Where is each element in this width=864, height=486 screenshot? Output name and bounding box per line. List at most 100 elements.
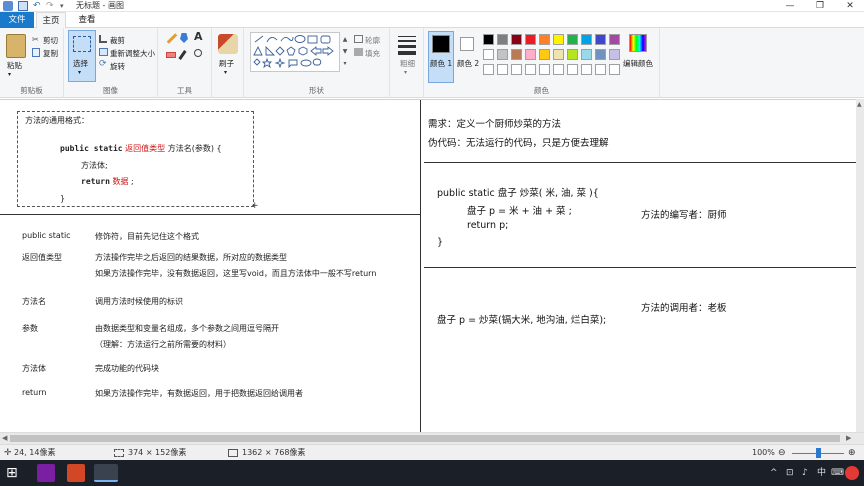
antivirus-tray-icon[interactable]	[845, 466, 859, 480]
canvas-size: 1362 × 768像素	[242, 448, 306, 457]
customize-toolbar-icon[interactable]: ▾	[60, 1, 70, 11]
zoom-slider-thumb[interactable]	[816, 448, 821, 458]
minimize-button[interactable]: —	[775, 0, 805, 12]
brushes-label[interactable]: 刷子	[219, 58, 234, 69]
palette-swatch[interactable]	[581, 34, 592, 45]
shapes-gallery[interactable]	[250, 32, 340, 72]
rotate-icon[interactable]: ⟳	[99, 60, 107, 69]
palette-swatch[interactable]	[511, 34, 522, 45]
color2-swatch[interactable]	[460, 37, 474, 51]
powerpoint-app-icon[interactable]	[67, 464, 85, 482]
resize-button[interactable]: 重新调整大小	[110, 48, 155, 59]
network-icon[interactable]: ⊡	[786, 460, 794, 486]
scroll-up-icon[interactable]: ▲	[857, 101, 862, 108]
palette-swatch[interactable]	[539, 34, 550, 45]
select-dropdown-icon[interactable]: ▾	[78, 69, 81, 76]
palette-swatch[interactable]	[567, 64, 578, 75]
paste-icon[interactable]	[6, 34, 26, 58]
copy-button[interactable]: 复制	[43, 48, 58, 59]
palette-swatch[interactable]	[553, 34, 564, 45]
volume-icon[interactable]: ♪	[802, 460, 808, 486]
palette-swatch[interactable]	[497, 49, 508, 60]
palette-swatch[interactable]	[525, 49, 536, 60]
fill-dropdown[interactable]: 填充	[365, 48, 380, 59]
vertical-scrollbar[interactable]: ▲	[856, 99, 864, 432]
scissors-icon[interactable]: ✂	[32, 35, 39, 44]
line-width-icon[interactable]	[398, 36, 416, 55]
outline-icon[interactable]	[354, 35, 363, 43]
zoom-out-icon[interactable]: ⊖	[778, 445, 786, 461]
fill-icon[interactable]	[354, 48, 363, 56]
tab-home[interactable]: 主页	[36, 12, 66, 28]
edit-colors-icon[interactable]	[629, 34, 647, 52]
rotate-button[interactable]: 旋转	[110, 61, 125, 72]
zoom-in-icon[interactable]: ⊕	[848, 445, 856, 461]
brush-icon[interactable]	[218, 34, 238, 54]
palette-swatch[interactable]	[497, 34, 508, 45]
brushes-dropdown-icon[interactable]: ▾	[224, 69, 227, 76]
horizontal-scroll-thumb[interactable]	[10, 435, 840, 442]
magnifier-icon[interactable]	[194, 49, 202, 57]
cook-signature: public static 盘子 炒菜( 米, 油, 菜 ){	[437, 188, 599, 199]
scroll-left-icon[interactable]: ◀	[2, 434, 7, 442]
cut-button[interactable]: 剪切	[43, 35, 58, 46]
copy-icon[interactable]	[32, 48, 40, 57]
crop-button[interactable]: 裁剪	[110, 35, 125, 46]
paint-taskbar-icon[interactable]	[94, 464, 118, 482]
palette-swatch[interactable]	[581, 49, 592, 60]
palette-swatch[interactable]	[567, 49, 578, 60]
edit-colors-button[interactable]: 编辑颜色	[623, 58, 653, 69]
canvas-size-icon	[228, 449, 238, 457]
palette-swatch[interactable]	[595, 49, 606, 60]
palette-swatch[interactable]	[553, 49, 564, 60]
save-icon[interactable]	[18, 1, 28, 11]
palette-swatch[interactable]	[595, 34, 606, 45]
color-picker-icon[interactable]	[178, 50, 187, 60]
close-button[interactable]: ✕	[835, 0, 864, 12]
size-dropdown-icon[interactable]: ▾	[404, 69, 407, 76]
palette-swatch[interactable]	[609, 64, 620, 75]
paste-label[interactable]: 粘贴	[7, 60, 22, 71]
tab-view[interactable]: 查看	[72, 12, 102, 28]
paste-dropdown-icon[interactable]: ▾	[8, 71, 11, 78]
palette-swatch[interactable]	[483, 64, 494, 75]
text-icon[interactable]: A	[194, 31, 203, 43]
size-label[interactable]: 粗细	[400, 58, 415, 69]
palette-swatch[interactable]	[609, 34, 620, 45]
palette-swatch[interactable]	[497, 64, 508, 75]
ime-indicator[interactable]: 中	[817, 460, 826, 486]
palette-swatch[interactable]	[525, 64, 536, 75]
palette-swatch[interactable]	[483, 49, 494, 60]
fill-bucket-icon[interactable]	[180, 33, 188, 43]
palette-swatch[interactable]	[567, 34, 578, 45]
color2-label[interactable]: 颜色 2	[457, 58, 479, 69]
palette-swatch[interactable]	[511, 49, 522, 60]
windows-start-icon[interactable]: ⊞	[6, 465, 22, 481]
redo-icon[interactable]: ↷	[46, 1, 56, 11]
drawing-canvas[interactable]: + 方法的通用格式： public static 返回值类型 方法名(参数) {…	[0, 100, 856, 432]
palette-swatch[interactable]	[581, 64, 592, 75]
tab-file[interactable]: 文件	[0, 12, 34, 28]
palette-swatch[interactable]	[539, 49, 550, 60]
outline-dropdown[interactable]: 轮廓	[365, 35, 380, 46]
undo-icon[interactable]: ↶	[33, 1, 43, 11]
maximize-button[interactable]: ❐	[805, 0, 835, 12]
palette-swatch[interactable]	[525, 34, 536, 45]
pencil-icon[interactable]	[166, 33, 178, 44]
resize-icon[interactable]	[99, 48, 108, 56]
palette-swatch[interactable]	[511, 64, 522, 75]
keyboard-icon[interactable]: ⌨	[831, 460, 844, 486]
palette-swatch[interactable]	[609, 49, 620, 60]
crop-icon[interactable]	[99, 35, 107, 43]
shapes-scroll-icon[interactable]: ▲ ▼ ▾	[342, 34, 348, 70]
palette-swatch[interactable]	[595, 64, 606, 75]
palette-swatch[interactable]	[539, 64, 550, 75]
eraser-icon[interactable]	[166, 52, 176, 58]
scroll-right-icon[interactable]: ▶	[846, 434, 851, 442]
palette-swatch[interactable]	[553, 64, 564, 75]
tray-expand-icon[interactable]: ^	[770, 460, 778, 486]
shapes-gallery-icons	[253, 35, 334, 69]
idea-app-icon[interactable]	[37, 464, 55, 482]
horizontal-scrollbar[interactable]: ◀ ▶	[0, 432, 864, 444]
palette-swatch[interactable]	[483, 34, 494, 45]
